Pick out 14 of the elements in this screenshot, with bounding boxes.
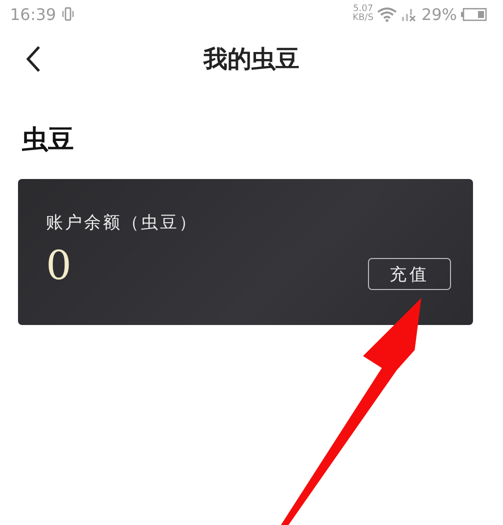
no-signal-icon — [401, 6, 418, 22]
back-icon[interactable] — [25, 45, 41, 73]
battery-icon — [461, 8, 487, 20]
section-title: 虫豆 — [22, 124, 75, 157]
network-speed: 5.07 — [353, 5, 374, 14]
recharge-button[interactable]: 充值 — [368, 258, 451, 290]
status-time: 16:39 — [10, 4, 56, 24]
balance-value: 0 — [46, 244, 72, 288]
network-speed-unit: KB/S — [352, 14, 374, 23]
balance-label: 账户余额（虫豆） — [46, 212, 198, 234]
vibrate-icon — [62, 7, 74, 21]
page-title: 我的虫豆 — [204, 43, 300, 75]
battery-percent: 29% — [421, 4, 457, 24]
wifi-icon — [377, 6, 398, 22]
